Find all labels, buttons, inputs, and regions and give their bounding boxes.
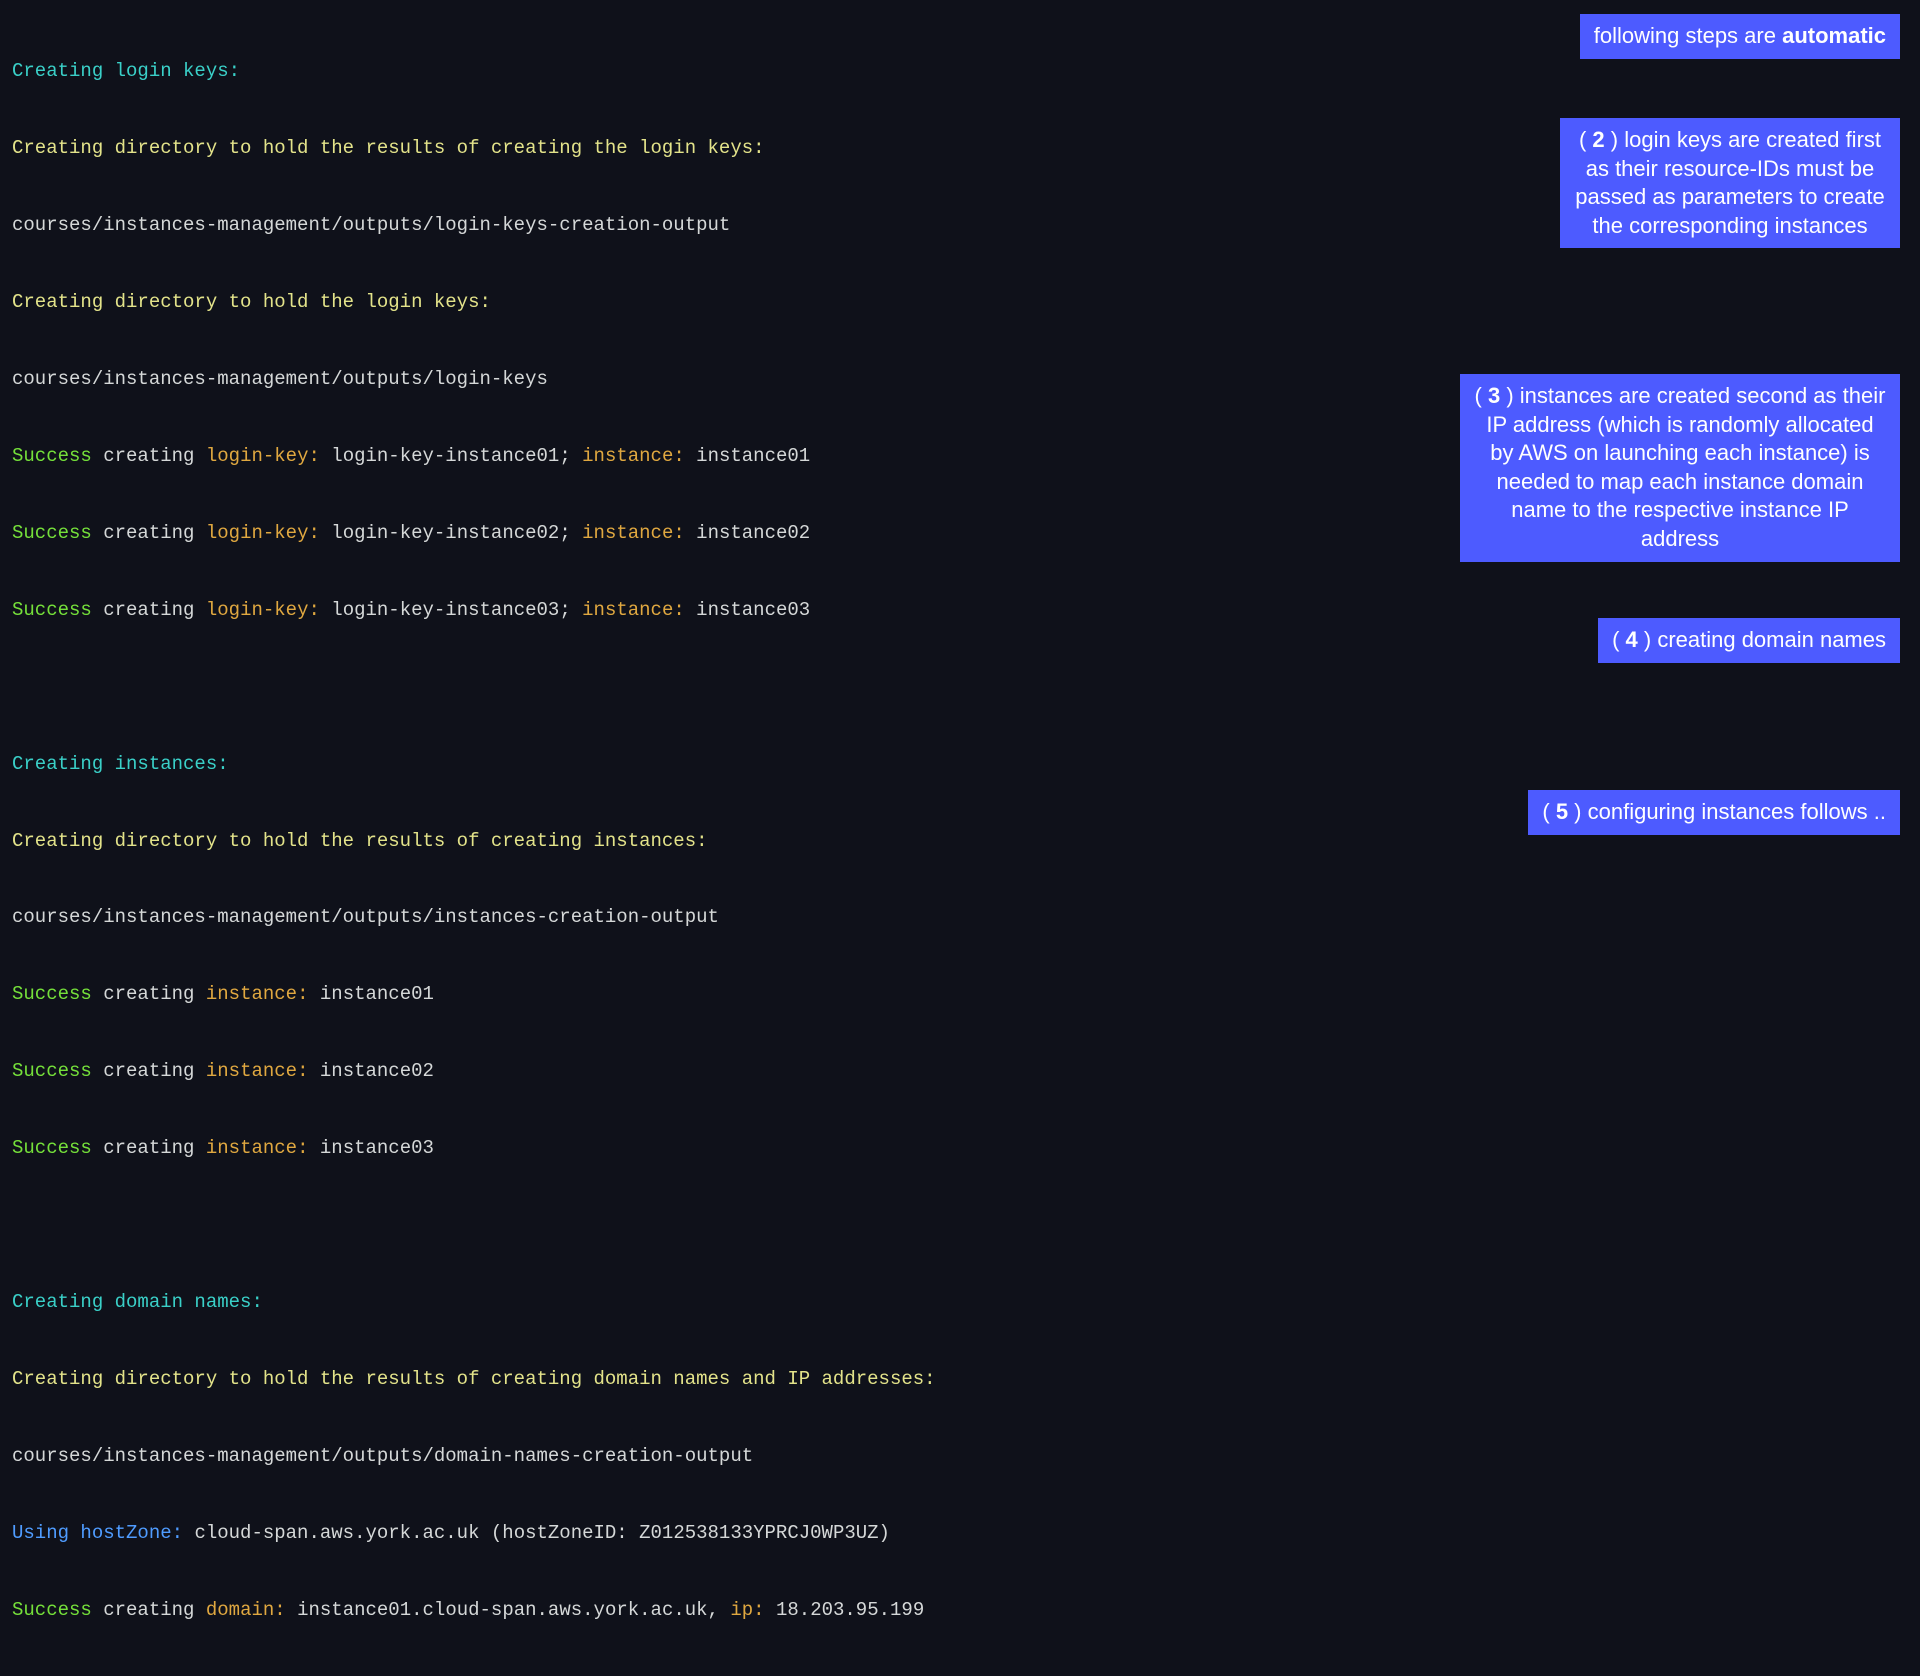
section-header-domains: Creating domain names: bbox=[12, 1290, 1908, 1316]
terminal-line: Success creating domain: instance01.clou… bbox=[12, 1598, 1908, 1624]
section-header-login-keys: Creating login keys: bbox=[12, 59, 1908, 85]
terminal-output: Creating login keys: Creating directory … bbox=[12, 8, 1908, 1676]
annotation-step-4: ( 4 ) creating domain names bbox=[1598, 618, 1900, 663]
terminal-line: Success creating instance: instance02 bbox=[12, 1059, 1908, 1085]
annotation-step-3: ( 3 ) instances are created second as th… bbox=[1460, 374, 1900, 562]
terminal-line: Using hostZone: cloud-span.aws.york.ac.u… bbox=[12, 1521, 1908, 1547]
annotation-step-5: ( 5 ) configuring instances follows .. bbox=[1528, 790, 1900, 835]
terminal-line: Creating directory to hold the login key… bbox=[12, 290, 1908, 316]
section-header-instances: Creating instances: bbox=[12, 752, 1908, 778]
blank-line bbox=[12, 1213, 1908, 1239]
annotation-step-2: ( 2 ) login keys are created first as th… bbox=[1560, 118, 1900, 248]
blank-line bbox=[12, 675, 1908, 701]
terminal-line: courses/instances-management/outputs/ins… bbox=[12, 905, 1908, 931]
terminal-line: Success creating instance: instance03 bbox=[12, 1136, 1908, 1162]
terminal-line: Success creating domain: instance02.clou… bbox=[12, 1675, 1908, 1676]
terminal-line: Creating directory to hold the results o… bbox=[12, 1367, 1908, 1393]
terminal-line: courses/instances-management/outputs/dom… bbox=[12, 1444, 1908, 1470]
terminal-line: Success creating instance: instance01 bbox=[12, 982, 1908, 1008]
annotation-automatic: following steps are automatic bbox=[1580, 14, 1900, 59]
